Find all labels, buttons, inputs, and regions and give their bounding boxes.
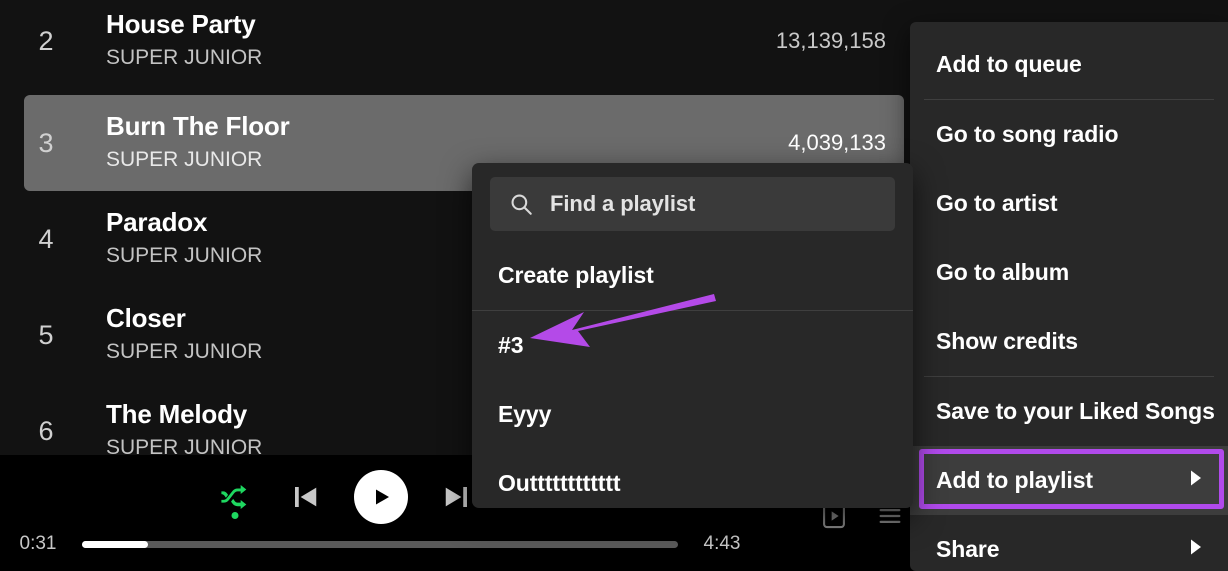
- menu-item-go-to-song-radio[interactable]: Go to song radio: [910, 100, 1228, 169]
- chevron-right-icon: [1186, 536, 1206, 563]
- track-artist: SUPER JUNIOR: [106, 46, 263, 70]
- menu-item-label: Go to song radio: [936, 121, 1119, 147]
- play-icon: [376, 489, 389, 505]
- menu-item-show-credits[interactable]: Show credits: [910, 307, 1228, 376]
- track-title: House Party: [106, 9, 256, 40]
- progress-bar-row: 0:31 4:43: [0, 529, 760, 559]
- track-context-menu: Add to queue Go to song radio Go to arti…: [910, 22, 1228, 571]
- add-to-playlist-submenu: Find a playlist Create playlist #3 Eyyy …: [472, 163, 913, 508]
- track-play-count: 4,039,133: [788, 130, 886, 155]
- create-playlist-button[interactable]: Create playlist: [472, 241, 913, 310]
- previous-track-icon: [295, 487, 317, 507]
- create-playlist-label: Create playlist: [498, 262, 654, 288]
- next-track-icon: [445, 487, 467, 507]
- menu-item-share[interactable]: Share: [910, 515, 1228, 571]
- next-track-button[interactable]: [442, 482, 472, 512]
- track-index: 6: [38, 415, 54, 446]
- shuffle-icon: [221, 484, 247, 510]
- menu-item-save-to-liked-songs[interactable]: Save to your Liked Songs: [910, 377, 1228, 446]
- playlist-name: Outttttttttttt: [498, 470, 621, 496]
- shuffle-button[interactable]: [214, 474, 256, 520]
- table-row[interactable]: 2 House Party SUPER JUNIOR 13,139,158: [24, 0, 904, 89]
- track-title: Burn The Floor: [106, 111, 290, 142]
- elapsed-time: 0:31: [19, 533, 57, 554]
- menu-item-go-to-artist[interactable]: Go to artist: [910, 169, 1228, 238]
- spotify-window: 2 House Party SUPER JUNIOR 13,139,158 3 …: [0, 0, 1228, 571]
- search-input-placeholder: Find a playlist: [550, 191, 696, 216]
- track-index: 3: [38, 127, 54, 158]
- playlist-item[interactable]: Eyyy: [472, 380, 913, 449]
- menu-item-label: Share: [936, 536, 1000, 562]
- track-index: 5: [38, 319, 54, 350]
- menu-item-add-to-queue[interactable]: Add to queue: [910, 30, 1228, 99]
- menu-item-go-to-album[interactable]: Go to album: [910, 238, 1228, 307]
- menu-item-label: Show credits: [936, 328, 1078, 354]
- track-play-count: 13,139,158: [775, 28, 886, 53]
- menu-item-label: Go to album: [936, 259, 1070, 285]
- progress-fill: [82, 540, 148, 548]
- track-index: 4: [38, 223, 54, 254]
- total-duration: 4:43: [703, 533, 741, 554]
- chevron-right-icon: [1186, 467, 1206, 494]
- menu-item-label: Save to your Liked Songs: [936, 398, 1215, 424]
- menu-item-add-to-playlist[interactable]: Add to playlist: [910, 446, 1228, 515]
- play-button-circle: [354, 470, 408, 524]
- progress-slider[interactable]: [82, 540, 678, 548]
- playlist-item[interactable]: Outttttttttttt: [472, 449, 913, 508]
- shuffle-active-dot: [231, 512, 239, 519]
- menu-item-label: Go to artist: [936, 190, 1058, 216]
- playlist-name: Eyyy: [498, 401, 552, 427]
- play-button[interactable]: [354, 470, 408, 524]
- playlist-item[interactable]: #3: [472, 311, 913, 380]
- playlist-name: #3: [498, 332, 524, 358]
- previous-track-button[interactable]: [290, 482, 320, 512]
- track-index: 2: [38, 25, 54, 56]
- menu-item-label: Add to playlist: [936, 467, 1093, 493]
- search-icon: [511, 194, 532, 215]
- track-meta: House Party SUPER JUNIOR: [106, 9, 674, 72]
- search-input[interactable]: Find a playlist: [490, 177, 895, 231]
- menu-item-label: Add to queue: [936, 51, 1082, 77]
